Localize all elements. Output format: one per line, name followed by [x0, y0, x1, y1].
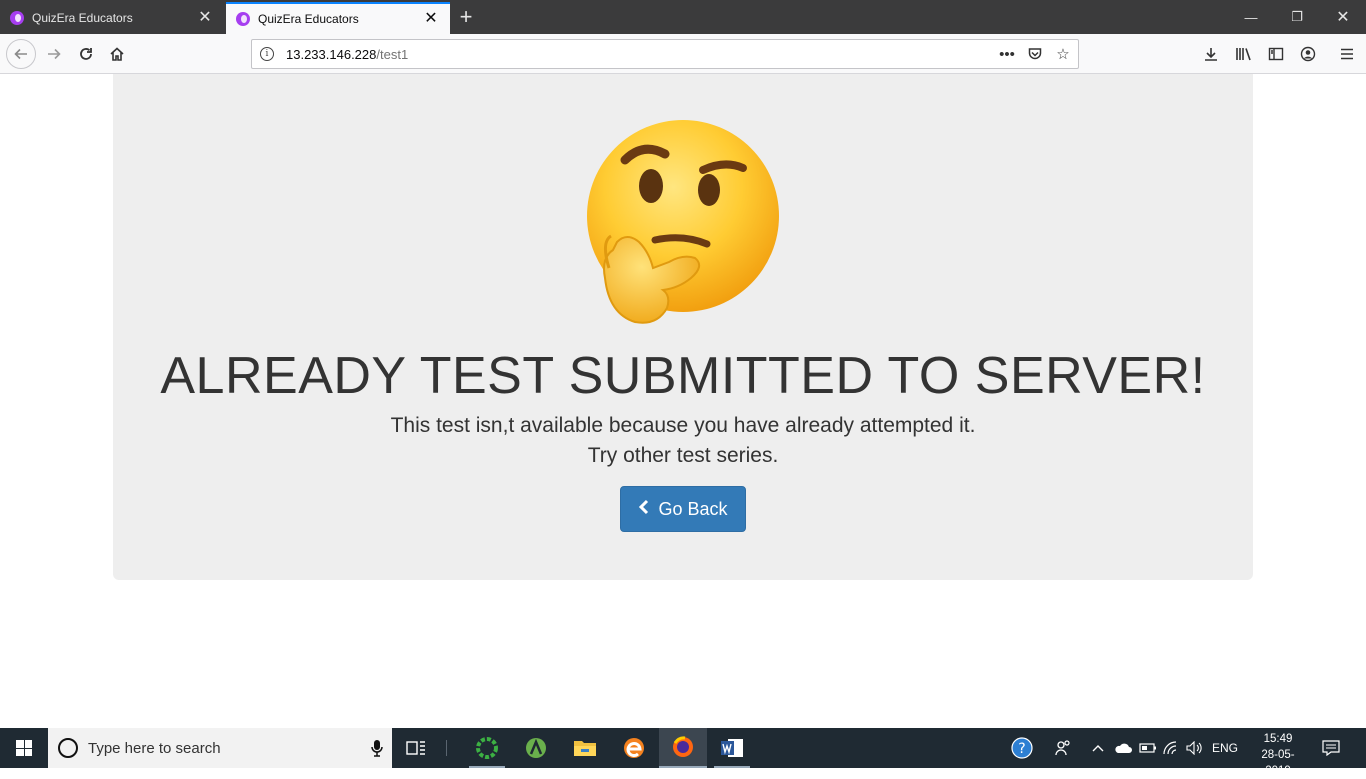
download-icon[interactable] [1199, 40, 1223, 68]
pocket-icon[interactable] [1026, 44, 1044, 64]
app-ring-icon[interactable] [463, 728, 511, 768]
start-button[interactable] [0, 728, 48, 768]
people-icon[interactable] [1054, 728, 1072, 768]
browser-tab-1[interactable]: QuizEra Educators ✕ [0, 2, 224, 34]
taskbar-divider [446, 740, 447, 756]
onedrive-cloud-icon[interactable] [1114, 728, 1132, 768]
edge-browser-icon[interactable] [610, 728, 658, 768]
library-icon[interactable] [1232, 40, 1256, 68]
tab-label: QuizEra Educators [32, 11, 133, 25]
windows-logo-icon [16, 740, 32, 756]
site-info-icon[interactable]: i [260, 47, 274, 61]
arrow-left-icon[interactable] [6, 39, 36, 69]
chevron-left-icon [638, 499, 650, 520]
home-icon[interactable] [103, 40, 131, 68]
svg-text:?: ? [1018, 741, 1025, 757]
bookmark-star-icon[interactable]: ☆ [1054, 44, 1072, 64]
browser-tab-2[interactable]: QuizEra Educators ✕ [226, 2, 450, 34]
firefox-icon[interactable] [659, 728, 707, 768]
navigation-toolbar: i 13.233.146.228/test1 ••• ☆ [0, 34, 1366, 74]
cortana-icon [58, 738, 78, 758]
clock-time: 15:49 [1263, 733, 1293, 745]
language-indicator[interactable]: ENG [1212, 728, 1238, 768]
word-icon[interactable] [708, 728, 756, 768]
reload-icon[interactable] [72, 40, 100, 68]
page-heading: ALREADY TEST SUBMITTED TO SERVER! [160, 347, 1206, 405]
message-line-2: Try other test series. [587, 444, 779, 467]
menu-hamburger-icon[interactable] [1335, 40, 1359, 68]
task-view-icon[interactable] [392, 728, 440, 768]
message-panel: ALREADY TEST SUBMITTED TO SERVER! This t… [113, 74, 1253, 580]
arrow-right-icon[interactable] [40, 40, 68, 68]
battery-icon[interactable] [1139, 728, 1157, 768]
quizera-favicon-icon [236, 12, 250, 26]
thinking-face-emoji-icon [583, 118, 783, 328]
clock-date: 28-05-2019 [1261, 749, 1295, 777]
message-line-1: This test isn,t available because you ha… [390, 414, 976, 437]
minimize-window-icon[interactable]: — [1228, 0, 1274, 34]
close-window-icon[interactable]: ✕ [1320, 0, 1366, 34]
wifi-icon[interactable] [1163, 728, 1181, 768]
microphone-icon[interactable] [362, 728, 392, 768]
url-bar[interactable]: i 13.233.146.228/test1 ••• ☆ [251, 39, 1079, 69]
search-placeholder: Type here to search [88, 739, 221, 757]
tab-label: QuizEra Educators [258, 12, 359, 26]
restore-window-icon[interactable]: ❐ [1274, 0, 1320, 34]
tab-close-icon[interactable]: ✕ [196, 9, 214, 27]
android-studio-icon[interactable] [512, 728, 560, 768]
volume-icon[interactable] [1186, 728, 1204, 768]
tab-strip: QuizEra Educators ✕ QuizEra Educators ✕ … [0, 0, 1366, 34]
system-clock[interactable]: 15:49 28-05-2019 [1252, 731, 1304, 779]
sidebar-icon[interactable] [1264, 40, 1288, 68]
windows-taskbar: Type here to search ? ENG 15:49 28-05-20… [0, 728, 1366, 777]
quizera-favicon-icon [10, 11, 24, 25]
url-path: /test1 [376, 46, 409, 62]
page-actions-icon[interactable]: ••• [998, 44, 1016, 64]
url-host: 13.233.146.228 [286, 46, 377, 62]
page-content: ALREADY TEST SUBMITTED TO SERVER! This t… [0, 74, 1366, 728]
new-tab-button[interactable]: + [452, 4, 480, 30]
action-center-icon[interactable] [1322, 728, 1340, 768]
account-icon[interactable] [1296, 40, 1320, 68]
go-back-button[interactable]: Go Back [620, 486, 746, 532]
taskbar-search-box[interactable]: Type here to search [48, 728, 392, 768]
help-icon[interactable]: ? [1010, 728, 1034, 768]
file-explorer-icon[interactable] [561, 728, 609, 768]
go-back-label: Go Back [658, 498, 728, 519]
tab-close-icon[interactable]: ✕ [422, 10, 440, 28]
chevron-up-icon[interactable] [1092, 728, 1104, 768]
